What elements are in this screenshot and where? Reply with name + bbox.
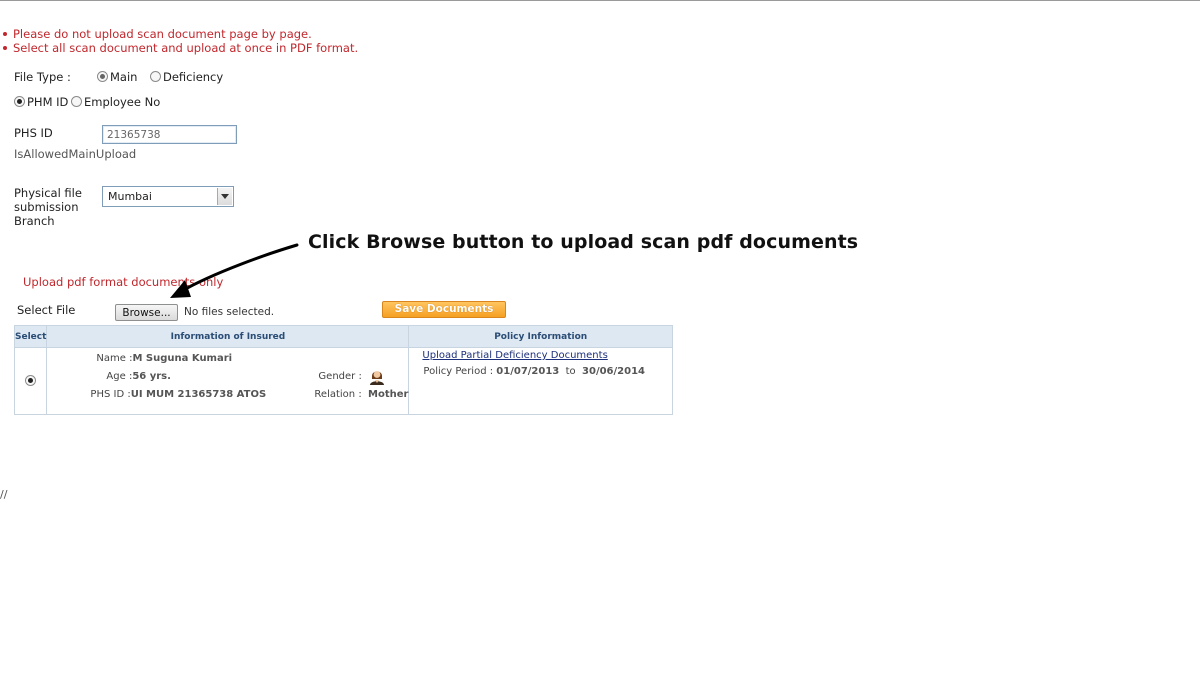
period-label: Policy Period : bbox=[423, 366, 494, 377]
select-cell bbox=[13, 347, 48, 415]
footer-slashes: // bbox=[0, 488, 8, 501]
phs-label: PHS ID : bbox=[90, 389, 131, 400]
policy-info-cell: Upload Partial Deficiency Documents Poli… bbox=[408, 347, 673, 415]
table-row: Name :M Suguna Kumari Age :56 yrs. PHS I… bbox=[13, 347, 673, 415]
file-status: No files selected. bbox=[184, 306, 275, 318]
age-value: 56 yrs. bbox=[132, 371, 171, 382]
insured-table: Select Information of Insured Policy Inf… bbox=[13, 325, 673, 415]
age-label: Age : bbox=[106, 371, 133, 382]
relation-label: Relation : bbox=[314, 389, 362, 400]
relation-field: Relation : Mother bbox=[314, 389, 408, 400]
female-avatar-icon bbox=[370, 371, 385, 385]
header-select: Select bbox=[13, 325, 48, 348]
instruction-callout: Click Browse button to upload scan pdf d… bbox=[308, 231, 859, 253]
name-value: M Suguna Kumari bbox=[132, 353, 233, 364]
row-select-radio[interactable] bbox=[25, 375, 36, 386]
save-documents-button[interactable]: Save Documents bbox=[382, 301, 506, 318]
name-field: Name :M Suguna Kumari bbox=[96, 353, 232, 364]
phs-value: UI MUM 21365738 ATOS bbox=[130, 389, 267, 400]
phs-field: PHS ID :UI MUM 21365738 ATOS bbox=[90, 389, 266, 400]
age-field: Age :56 yrs. bbox=[106, 371, 171, 382]
period-to: 30/06/2014 bbox=[582, 366, 645, 377]
select-file-label: Select File bbox=[17, 303, 76, 317]
insured-info-cell: Name :M Suguna Kumari Age :56 yrs. PHS I… bbox=[46, 347, 410, 415]
policy-period: Policy Period : 01/07/2013 to 30/06/2014 bbox=[423, 366, 645, 377]
browse-button[interactable]: Browse... bbox=[115, 304, 178, 321]
gender-label: Gender : bbox=[318, 371, 362, 382]
name-label: Name : bbox=[96, 353, 133, 364]
period-to-label: to bbox=[565, 366, 576, 377]
header-insured-info: Information of Insured bbox=[46, 325, 410, 348]
header-policy-info: Policy Information bbox=[408, 325, 673, 348]
relation-value: Mother bbox=[368, 389, 409, 400]
upload-deficiency-link[interactable]: Upload Partial Deficiency Documents bbox=[422, 350, 607, 361]
period-from: 01/07/2013 bbox=[496, 366, 560, 377]
